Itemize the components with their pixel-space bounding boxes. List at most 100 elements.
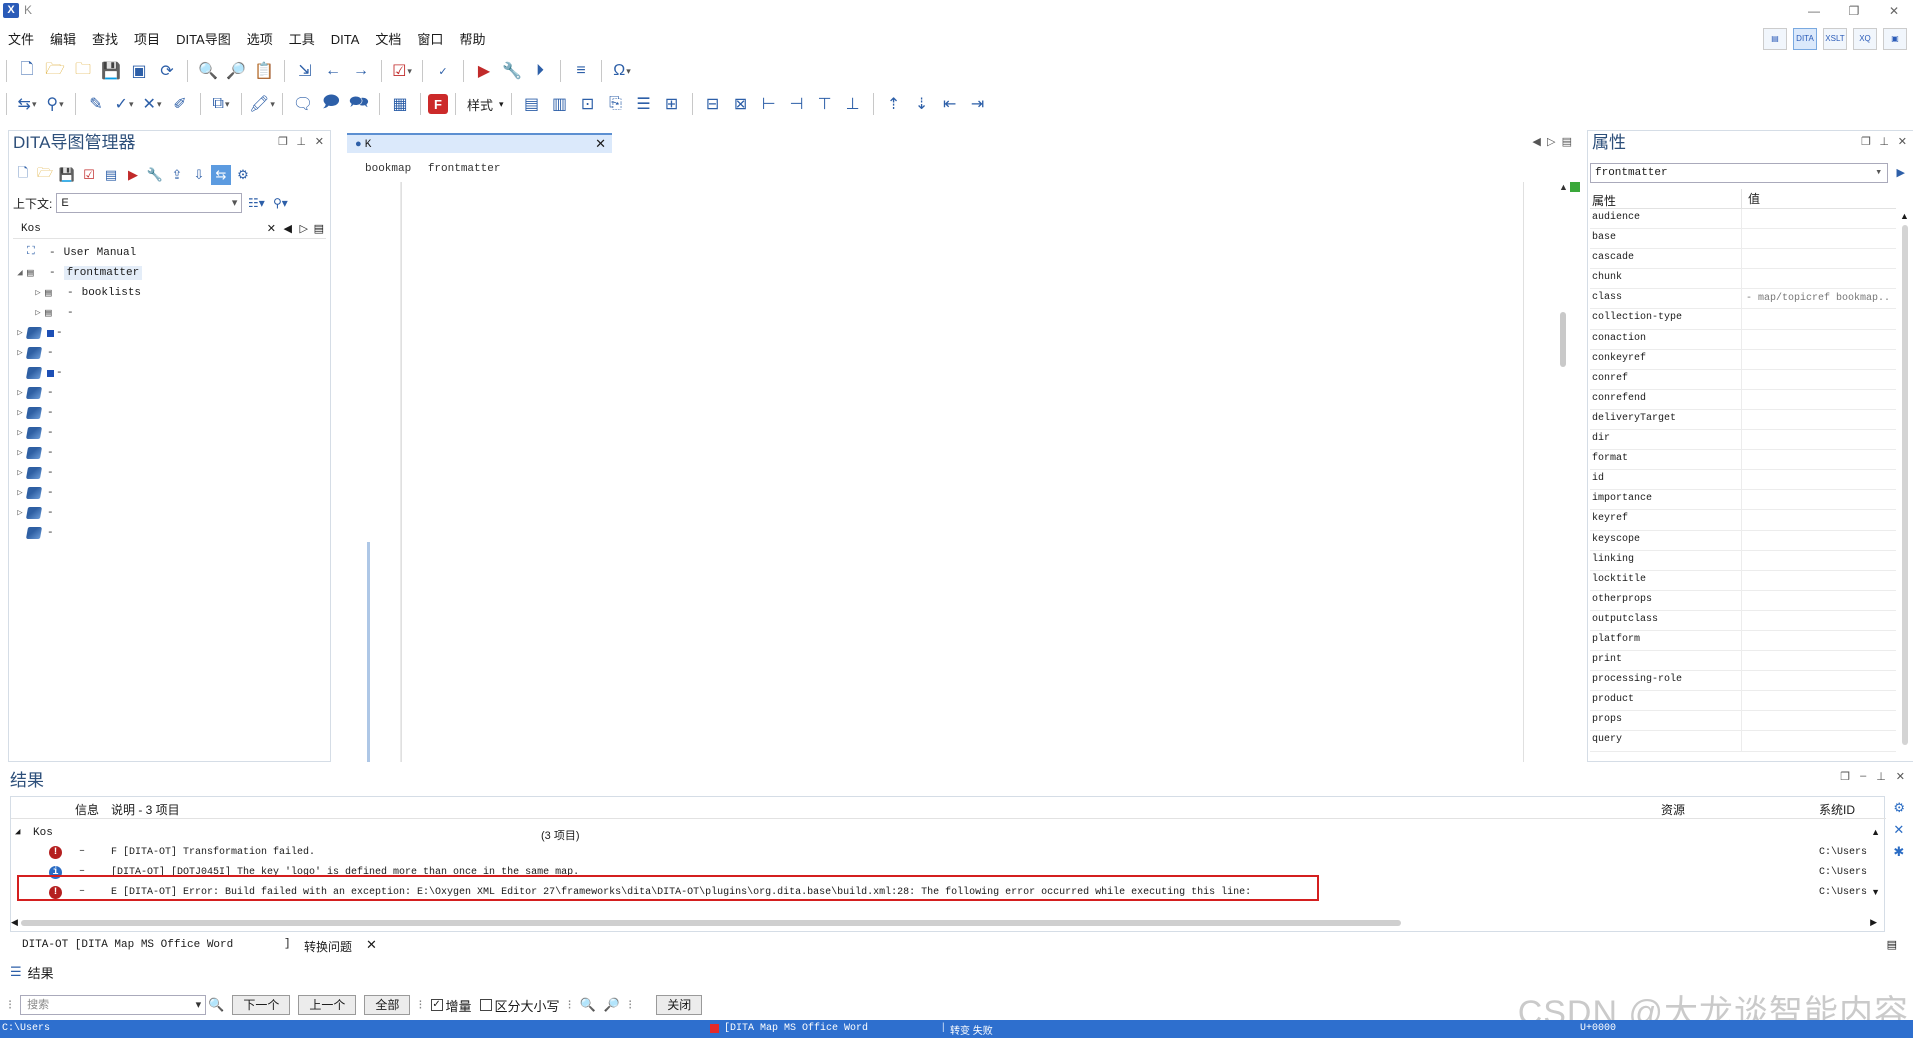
- attribute-row[interactable]: collection-type: [1590, 309, 1896, 330]
- tree-filter-icon[interactable]: ⚲▾: [270, 193, 290, 213]
- attribute-value[interactable]: [1742, 537, 1892, 543]
- reload-icon[interactable]: ⟳: [154, 58, 180, 84]
- debug-transformation-icon[interactable]: ⏵: [527, 58, 553, 84]
- add-comment-icon[interactable]: 🗨: [290, 91, 316, 117]
- attribute-value[interactable]: [1742, 416, 1892, 422]
- system-id-column-header[interactable]: 系统ID: [1819, 801, 1855, 818]
- settings-gear-icon[interactable]: ⚙: [233, 165, 253, 185]
- results-view-tab[interactable]: ☰ 结果: [10, 962, 54, 984]
- tree-node[interactable]: ▷ -: [13, 383, 142, 403]
- tree-node[interactable]: -: [13, 523, 142, 543]
- attribute-row[interactable]: props: [1590, 711, 1896, 732]
- context-select[interactable]: E: [56, 193, 243, 213]
- menu-help[interactable]: 帮助: [451, 26, 493, 50]
- insert-list-icon[interactable]: ☰: [631, 91, 657, 117]
- expand-arrow-icon[interactable]: ▷: [13, 488, 27, 498]
- transform-log-tab[interactable]: DITA-OT [DITA Map MS Office Word: [22, 939, 233, 951]
- next-map-icon[interactable]: ▷: [300, 222, 308, 235]
- float-panel-icon[interactable]: ❐: [278, 135, 288, 148]
- attribute-value[interactable]: [1742, 658, 1892, 664]
- attribute-row[interactable]: id: [1590, 470, 1896, 491]
- remove-all-results-icon[interactable]: ✱: [1893, 844, 1905, 860]
- minimize-results-icon[interactable]: –: [1860, 770, 1866, 783]
- forward-icon[interactable]: →: [348, 58, 374, 84]
- attribute-row[interactable]: query: [1590, 731, 1896, 752]
- results-settings-icon[interactable]: ⚙: [1893, 800, 1905, 816]
- prev-map-icon[interactable]: ◀: [284, 222, 292, 235]
- expand-arrow-icon[interactable]: ▷: [13, 388, 27, 398]
- editor-tab[interactable]: ● K ✕: [347, 133, 612, 153]
- tree-node[interactable]: ▷ -: [13, 323, 142, 343]
- tree-node[interactable]: ▷ -: [13, 443, 142, 463]
- insert-reference-icon[interactable]: ⎘: [603, 91, 629, 117]
- attribute-value[interactable]: [1742, 236, 1892, 242]
- delete-column-icon[interactable]: ⊤: [812, 91, 838, 117]
- menu-project[interactable]: 项目: [126, 26, 168, 50]
- demote-icon[interactable]: ⇥: [965, 91, 991, 117]
- copy-icon[interactable]: ⧉: [208, 91, 234, 117]
- attribute-value[interactable]: [1742, 396, 1892, 402]
- search-icon[interactable]: 🔍: [208, 997, 224, 1013]
- attribute-value[interactable]: [1742, 617, 1892, 623]
- search-options-icon[interactable]: 🔎: [604, 997, 620, 1013]
- insert-keydef-icon[interactable]: ⊡: [575, 91, 601, 117]
- menu-find[interactable]: 查找: [84, 26, 126, 50]
- close-editor-tab-icon[interactable]: ✕: [595, 135, 606, 153]
- props-scroll-thumb[interactable]: [1902, 225, 1908, 745]
- attribute-row[interactable]: conrefend: [1590, 389, 1896, 410]
- delete-row-icon[interactable]: ⊣: [784, 91, 810, 117]
- tree-node[interactable]: ▷ -: [13, 503, 142, 523]
- move-down-icon[interactable]: ⇣: [909, 91, 935, 117]
- tree-node[interactable]: ▷ ▤ - booklists: [13, 283, 142, 303]
- menu-document[interactable]: 文档: [367, 26, 409, 50]
- attribute-row[interactable]: chunk: [1590, 269, 1896, 290]
- omega-symbol-icon[interactable]: Ω: [609, 58, 635, 84]
- editor-perspective-button[interactable]: ▤: [1763, 28, 1787, 50]
- tab-list-icon[interactable]: ▤: [1562, 136, 1572, 148]
- attribute-row[interactable]: outputclass: [1590, 610, 1896, 631]
- attribute-value[interactable]: [1742, 638, 1892, 644]
- element-select[interactable]: frontmatter: [1590, 163, 1888, 183]
- save-map-icon[interactable]: 💾: [57, 165, 77, 185]
- attribute-row[interactable]: base: [1590, 229, 1896, 250]
- tree-node[interactable]: ◢ ▤ - frontmatter: [13, 263, 143, 283]
- breadcrumb-bookmap[interactable]: bookmap: [365, 163, 411, 175]
- menu-edit[interactable]: 编辑: [42, 26, 84, 50]
- value-column-header[interactable]: 值: [1742, 187, 1766, 210]
- expand-arrow-icon[interactable]: ▷: [13, 448, 27, 458]
- insert-link-icon[interactable]: ⊞: [659, 91, 685, 117]
- open-folder-icon[interactable]: 🗁: [42, 58, 68, 84]
- expand-arrow-icon[interactable]: ▷: [31, 308, 45, 318]
- move-up-icon[interactable]: ⇡: [881, 91, 907, 117]
- attribute-row[interactable]: keyscope: [1590, 530, 1896, 551]
- attribute-row[interactable]: conaction: [1590, 329, 1896, 350]
- comment-icon[interactable]: ✐: [167, 91, 193, 117]
- manage-highlights-icon[interactable]: ▦: [387, 91, 413, 117]
- attribute-value[interactable]: [1742, 557, 1892, 563]
- attribute-row[interactable]: product: [1590, 691, 1896, 712]
- case-sensitive-checkbox[interactable]: 区分大小写: [479, 996, 560, 1015]
- props-scroll-up-icon[interactable]: ▲: [1900, 211, 1909, 221]
- open-map-icon[interactable]: 🗁: [35, 165, 55, 185]
- attribute-row[interactable]: importance: [1590, 490, 1896, 511]
- insert-topicref-icon[interactable]: ▤: [519, 91, 545, 117]
- find-next-button[interactable]: 下一个: [232, 995, 291, 1015]
- attribute-value[interactable]: [1742, 577, 1892, 583]
- tree-node[interactable]: ▷ -: [13, 483, 142, 503]
- editor-scrollbar[interactable]: ▲: [1556, 182, 1570, 762]
- export-map-icon[interactable]: ⇪: [167, 165, 187, 185]
- insert-topichead-icon[interactable]: ▥: [547, 91, 573, 117]
- attribute-row[interactable]: linking: [1590, 550, 1896, 571]
- remove-result-icon[interactable]: ✕: [1893, 822, 1905, 838]
- breadcrumb-frontmatter[interactable]: frontmatter: [428, 163, 501, 175]
- minimize-button[interactable]: —: [1799, 2, 1829, 20]
- close-panel-icon[interactable]: ✕: [315, 135, 324, 148]
- attribute-value[interactable]: [1742, 356, 1892, 362]
- attribute-value[interactable]: [1742, 457, 1892, 463]
- attribute-row[interactable]: class - map/topicref bookmap...: [1590, 289, 1896, 310]
- new-file-icon[interactable]: 🗋: [14, 58, 40, 84]
- attribute-row[interactable]: conref: [1590, 369, 1896, 390]
- attribute-row[interactable]: cascade: [1590, 249, 1896, 270]
- attribute-row[interactable]: format: [1590, 450, 1896, 471]
- tree-node[interactable]: ▷ -: [13, 423, 142, 443]
